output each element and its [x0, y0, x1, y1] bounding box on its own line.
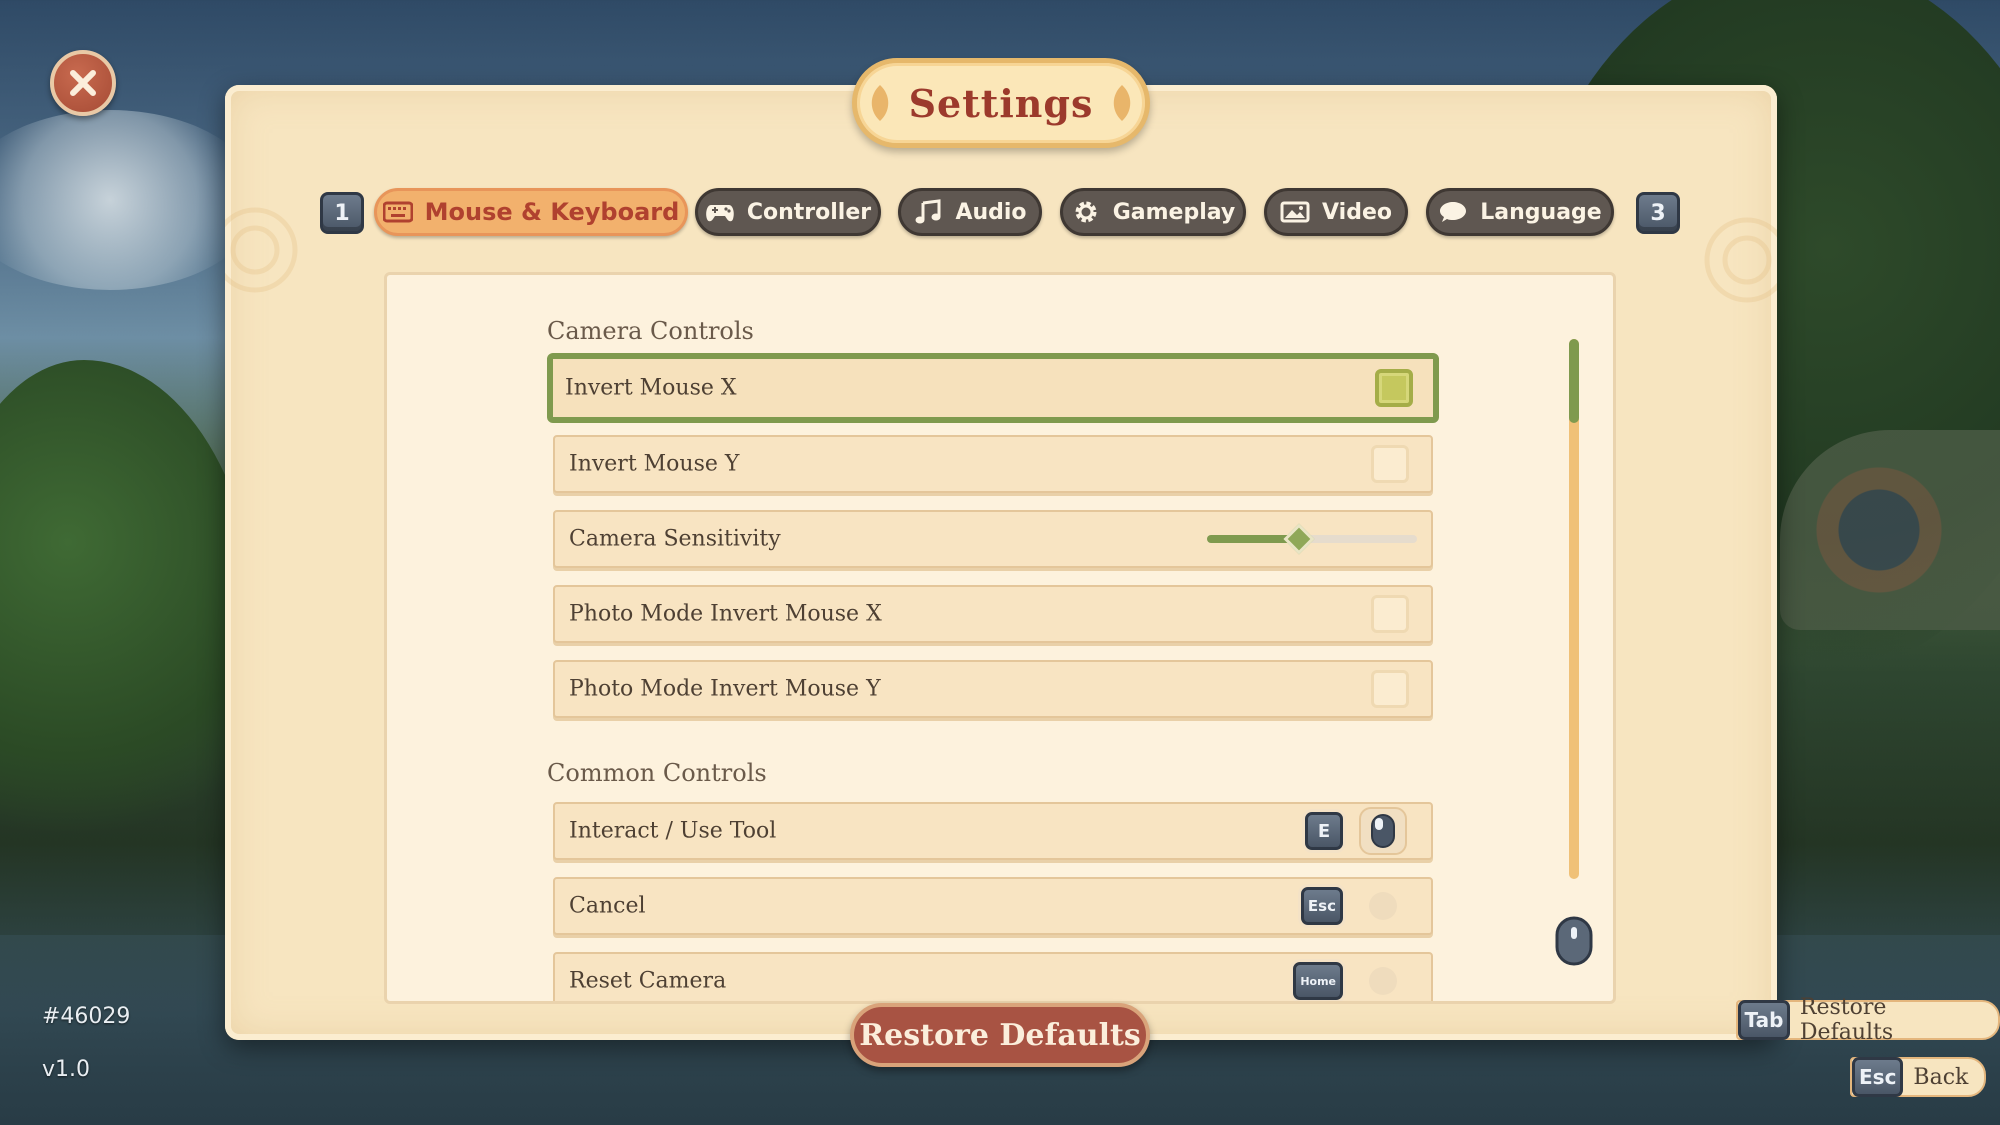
tab-label: Controller — [746, 199, 872, 225]
setting-row-invert-mouse-x[interactable]: Invert Mouse X — [547, 353, 1439, 423]
image-icon — [1280, 201, 1310, 223]
back-hint[interactable]: Esc Back — [1850, 1057, 1987, 1097]
empty-binding-slot[interactable] — [1369, 967, 1397, 995]
setting-label: Invert Mouse X — [565, 375, 737, 401]
scrollbar-thumb[interactable] — [1569, 339, 1579, 423]
build-id: #46029 — [42, 1004, 131, 1029]
close-icon — [70, 70, 96, 96]
settings-title-plaque: Settings — [852, 58, 1150, 148]
tab-controller[interactable]: Controller — [695, 188, 881, 236]
setting-row-camera-sensitivity[interactable]: Camera Sensitivity — [553, 510, 1433, 568]
scrollbar[interactable] — [1569, 339, 1579, 879]
tab-label: Mouse & Keyboard — [424, 198, 680, 226]
hint-label: Back — [1913, 1064, 1969, 1090]
restore-defaults-button[interactable]: Restore Defaults — [850, 1003, 1150, 1067]
prev-tab-key[interactable]: 1 — [320, 192, 364, 234]
setting-row-photo-mode-invert-mouse-x[interactable]: Photo Mode Invert Mouse X — [553, 585, 1433, 643]
background-tree-left — [0, 360, 260, 880]
keybind-esc[interactable]: Esc — [1300, 887, 1343, 925]
checkbox-photo-mode-invert-mouse-y[interactable] — [1371, 670, 1409, 708]
checkbox-photo-mode-invert-mouse-x[interactable] — [1371, 595, 1409, 633]
music-note-icon — [915, 199, 941, 224]
checkbox-invert-mouse-y[interactable] — [1371, 445, 1409, 483]
tab-label: Video — [1322, 199, 1392, 225]
setting-label: Interact / Use Tool — [569, 818, 777, 844]
tab-gameplay[interactable]: Gameplay — [1060, 188, 1246, 236]
leaf-ornament-icon — [871, 85, 888, 121]
setting-row-interact-use-tool[interactable]: Interact / Use Tool E — [553, 802, 1433, 860]
mouse-scroll-icon — [1555, 916, 1593, 966]
setting-label: Invert Mouse Y — [569, 451, 740, 477]
keybind-e[interactable]: E — [1305, 812, 1343, 850]
setting-row-reset-camera[interactable]: Reset Camera Home — [553, 952, 1433, 1001]
keybind-home[interactable]: Home — [1293, 962, 1343, 1000]
version-label: v1.0 — [42, 1057, 91, 1082]
setting-label: Reset Camera — [569, 968, 727, 994]
leaf-ornament-icon — [1114, 85, 1131, 121]
tab-mouse-keyboard[interactable]: Mouse & Keyboard — [374, 188, 688, 236]
setting-label: Cancel — [569, 893, 646, 919]
tab-label: Audio — [955, 199, 1027, 225]
hint-label: Restore Defaults — [1799, 995, 1894, 1045]
restore-defaults-hint[interactable]: Tab Restore Defaults — [1736, 995, 2000, 1045]
setting-label: Camera Sensitivity — [569, 526, 781, 552]
keybind-esc: Esc — [1852, 1057, 1904, 1097]
settings-content: Camera Controls Invert Mouse X Invert Mo… — [384, 272, 1616, 1004]
keybind-tab: Tab — [1738, 1000, 1790, 1040]
flower-ornament-icon — [1704, 217, 1777, 303]
gamepad-icon — [706, 205, 734, 222]
setting-label: Photo Mode Invert Mouse Y — [569, 676, 881, 702]
gear-icon — [1075, 201, 1097, 223]
page-title: Settings — [908, 80, 1094, 126]
keybind-mouse[interactable] — [1359, 807, 1407, 855]
camera-sensitivity-slider[interactable] — [1207, 523, 1417, 555]
setting-row-invert-mouse-y[interactable]: Invert Mouse Y — [553, 435, 1433, 493]
mouse-icon — [1371, 814, 1395, 848]
section-title-common-controls: Common Controls — [547, 759, 767, 787]
background-house — [1780, 430, 2000, 630]
tab-language[interactable]: Language — [1426, 188, 1614, 236]
close-button[interactable] — [50, 50, 116, 116]
tab-label: Language — [1480, 199, 1602, 225]
slider-thumb[interactable] — [1283, 523, 1315, 555]
setting-row-cancel[interactable]: Cancel Esc — [553, 877, 1433, 935]
checkbox-invert-mouse-x[interactable] — [1375, 369, 1413, 407]
section-title-camera-controls: Camera Controls — [547, 317, 754, 345]
empty-binding-slot[interactable] — [1369, 892, 1397, 920]
speech-bubble-icon — [1440, 202, 1467, 222]
next-tab-key[interactable]: 3 — [1636, 192, 1680, 234]
tab-label: Gameplay — [1112, 199, 1236, 225]
tab-audio[interactable]: Audio — [898, 188, 1042, 236]
setting-row-photo-mode-invert-mouse-y[interactable]: Photo Mode Invert Mouse Y — [553, 660, 1433, 718]
flower-ornament-icon — [225, 207, 298, 293]
setting-label: Photo Mode Invert Mouse X — [569, 601, 882, 627]
tab-video[interactable]: Video — [1264, 188, 1408, 236]
keyboard-icon — [382, 201, 413, 223]
background-cloud — [0, 110, 260, 290]
